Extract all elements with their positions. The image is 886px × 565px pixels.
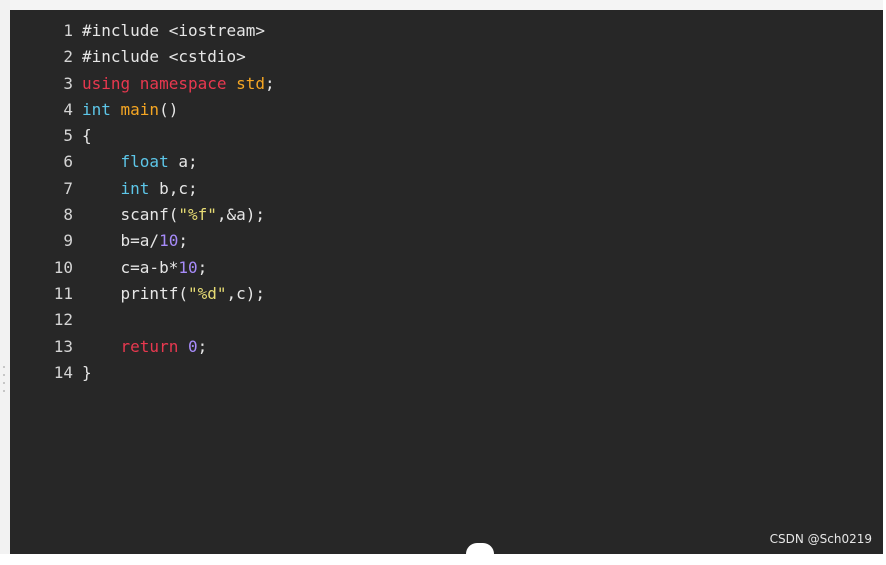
code-token-plain: b=a/ <box>82 231 160 251</box>
code-token-plain: printf( <box>82 283 188 303</box>
code-token-plain: () <box>159 99 179 119</box>
left-margin <box>0 0 10 554</box>
code-token-plain: c=a-b* <box>82 257 179 277</box>
line-source: float a; <box>82 149 198 175</box>
code-token-plain: ; <box>197 257 208 277</box>
line-number: 10 <box>53 257 73 277</box>
drag-handle-dots-icon[interactable] <box>1 360 7 400</box>
line-source: int b,c; <box>82 176 198 202</box>
line-source: using namespace std; <box>82 71 275 97</box>
line-source: } <box>82 360 92 386</box>
line-source: { <box>82 123 92 149</box>
line-number: 8 <box>63 205 73 225</box>
line-number: 9 <box>63 231 73 251</box>
code-token-plain: scanf( <box>82 205 179 225</box>
line-source: scanf("%f",&a); <box>82 202 266 228</box>
line-number: 12 <box>53 310 73 330</box>
code-token-num: 10 <box>159 231 179 251</box>
line-number: 5 <box>63 126 73 146</box>
screenshot-frame: 1 #include <iostream> 2 #include <cstdio> 3 u… <box>0 0 886 565</box>
code-line: 9 b=a/10; <box>10 228 883 254</box>
code-token-plain: a; <box>178 152 198 172</box>
code-token-plain: { <box>82 126 92 146</box>
code-line: 3 using namespace std; <box>10 71 883 97</box>
line-source: #include <cstdio> <box>82 44 246 70</box>
line-number: 7 <box>63 178 73 198</box>
code-editor[interactable]: 1 #include <iostream> 2 #include <cstdio> 3 u… <box>10 10 883 554</box>
code-token-kw: return <box>120 336 188 356</box>
code-token-num: 10 <box>178 257 198 277</box>
code-line: 5{ <box>10 123 883 149</box>
code-token-type: int <box>82 99 121 119</box>
code-line: 2 #include <cstdio> <box>10 44 883 70</box>
line-number: 6 <box>63 152 73 172</box>
code-line: 7 int b,c; <box>10 176 883 202</box>
watermark: CSDN @Sch0219 <box>769 532 872 546</box>
line-source: #include <iostream> <box>82 18 265 44</box>
code-token-str: "%f" <box>178 205 217 225</box>
code-token-plain: ,c); <box>226 283 266 303</box>
code-line: 4 int main() <box>10 97 883 123</box>
line-number: 11 <box>53 283 73 303</box>
line-number: 2 <box>63 47 73 67</box>
code-token-func: std <box>236 73 266 93</box>
code-token-plain: ,&a); <box>216 205 266 225</box>
bottom-scroll-handle[interactable] <box>466 543 494 565</box>
code-token-plain: b,c; <box>159 178 198 198</box>
code-line: 10 c=a-b*10; <box>10 255 883 281</box>
code-line: 14} <box>10 360 883 386</box>
code-token-num: 0 <box>187 336 198 356</box>
code-line: 1 #include <iostream> <box>10 18 883 44</box>
code-line: 11 printf("%d",c); <box>10 281 883 307</box>
code-line: 12 <box>10 307 883 333</box>
line-source: c=a-b*10; <box>82 255 208 281</box>
code-line: 13 return 0; <box>10 334 883 360</box>
line-number: 1 <box>63 21 73 40</box>
code-token-plain: ; <box>197 336 208 356</box>
line-source: printf("%d",c); <box>82 281 266 307</box>
line-number: 3 <box>63 73 73 93</box>
code-token-func: main <box>120 99 160 119</box>
line-number: 13 <box>53 336 73 356</box>
code-token-plain: ; <box>265 73 275 93</box>
code-token-type: float <box>120 152 179 172</box>
code-token-type: int <box>120 178 160 198</box>
code-token-plain: } <box>82 362 92 382</box>
code-token-plain: #include <iostream> <box>82 21 266 40</box>
code-token-plain: ; <box>178 231 188 251</box>
line-source: int main() <box>82 97 178 123</box>
code-token-str: "%d" <box>187 283 227 303</box>
code-line: 6 float a; <box>10 149 883 175</box>
line-number: 4 <box>63 99 73 119</box>
line-source: return 0; <box>82 334 208 360</box>
code-token-plain: #include <cstdio> <box>82 47 246 67</box>
code-line: 8 scanf("%f",&a); <box>10 202 883 228</box>
line-number: 14 <box>53 362 73 382</box>
line-source: b=a/10; <box>82 228 188 254</box>
code-token-kw: using namespace <box>82 73 237 93</box>
code-block: 1 #include <iostream> 2 #include <cstdio> 3 u… <box>10 18 883 386</box>
